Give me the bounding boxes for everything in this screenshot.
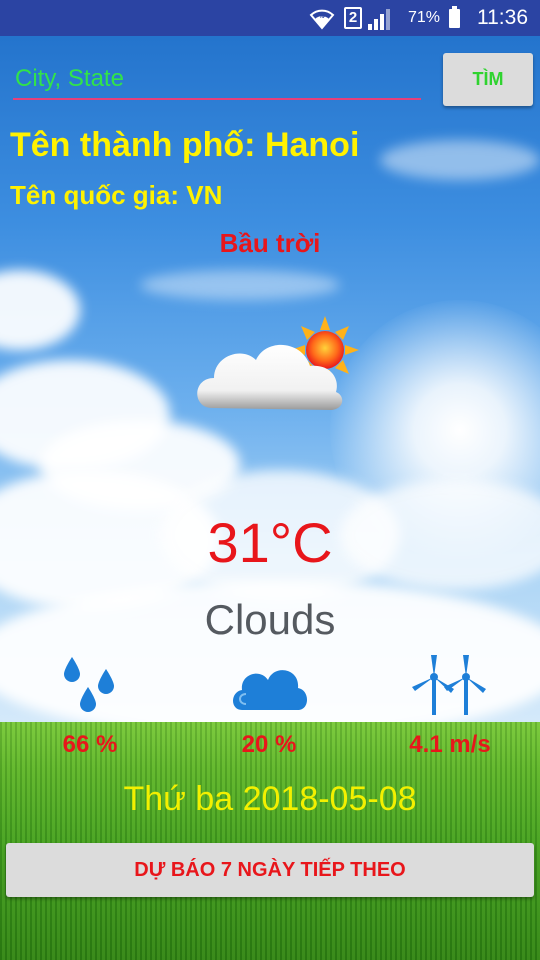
signal-icon: [368, 8, 394, 30]
partly-cloudy-sun-icon: [197, 316, 359, 410]
weather-main: Clouds: [204, 596, 336, 643]
weather-description: Bầu trời: [219, 228, 321, 258]
sim-icon: 2: [344, 7, 362, 29]
clock: 11:36: [477, 6, 528, 29]
humidity-value: 66 %: [62, 731, 118, 758]
status-bar: ⇅ 2 71% 11:36: [0, 0, 540, 36]
city-name: Tên thành phố: Hanoi: [10, 126, 360, 164]
cloud-icon: [233, 670, 307, 710]
svg-text:⇅: ⇅: [319, 11, 326, 20]
cloudiness-value: 20 %: [241, 731, 297, 758]
search-button[interactable]: TÌM: [443, 53, 533, 106]
search-input[interactable]: [13, 60, 421, 100]
wind-turbine-icon: [412, 655, 486, 715]
date-label: Thứ ba 2018-05-08: [123, 780, 417, 818]
background-cloud: [140, 270, 340, 300]
temperature: 31°C: [207, 511, 333, 574]
battery-icon: [449, 6, 460, 28]
humidity-drops-icon: [64, 657, 114, 712]
battery-percent: 71%: [407, 9, 440, 26]
country-name: Tên quốc gia: VN: [10, 180, 223, 210]
background-cloud: [380, 140, 540, 180]
forecast-7-days-button[interactable]: DỰ BÁO 7 NGÀY TIẾP THEO: [6, 843, 534, 897]
wind-speed-value: 4.1 m/s: [409, 731, 491, 758]
wifi-icon: ⇅: [309, 9, 335, 30]
